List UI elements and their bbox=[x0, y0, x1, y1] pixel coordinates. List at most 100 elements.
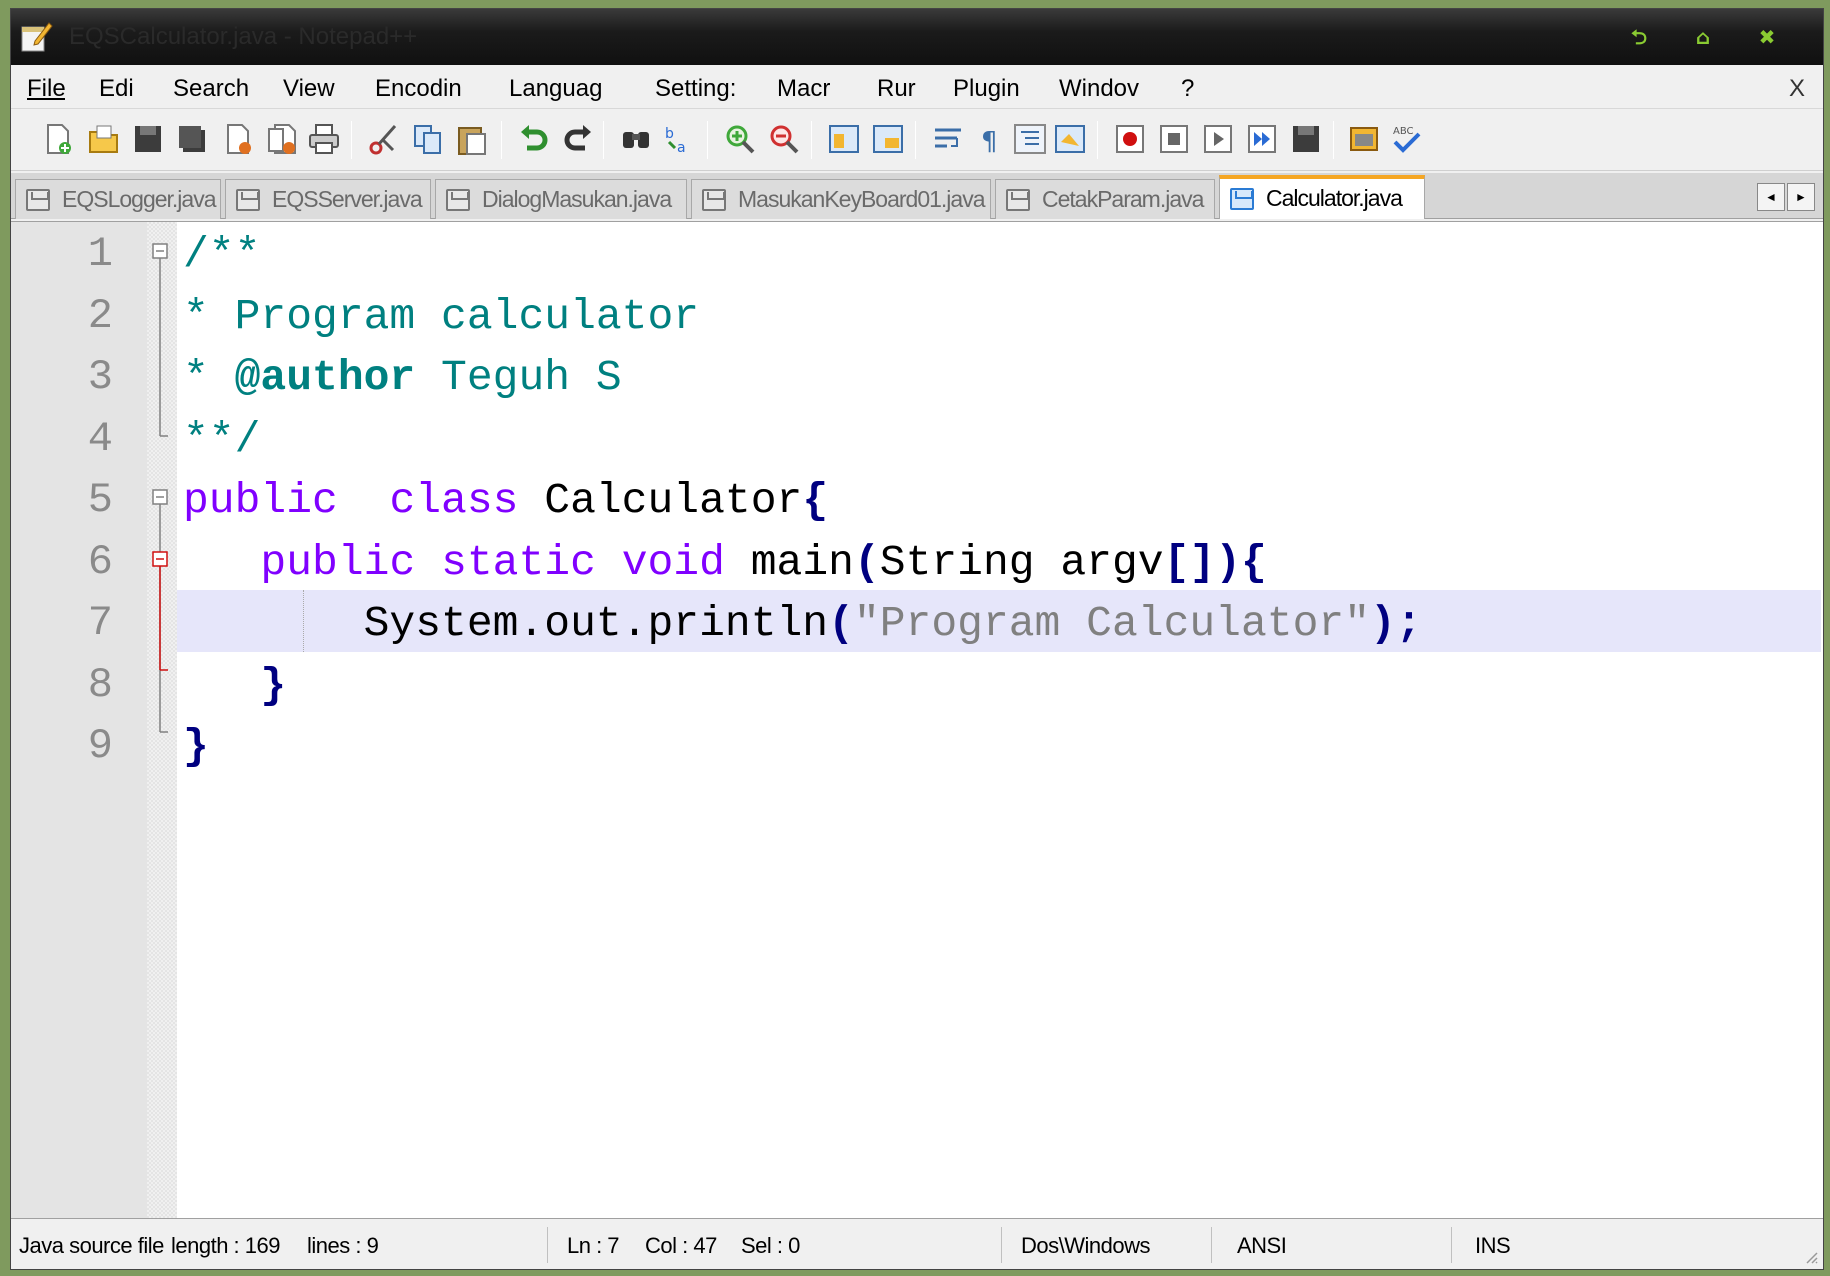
scroll-right-arrow-icon[interactable]: ► bbox=[1787, 183, 1815, 211]
cut-icon[interactable] bbox=[367, 122, 401, 156]
menu-settings[interactable]: Setting: bbox=[655, 75, 751, 103]
copy-icon[interactable] bbox=[411, 122, 445, 156]
redo-icon[interactable] bbox=[561, 122, 595, 156]
tab-eqslogger[interactable]: EQSLogger.java bbox=[15, 179, 221, 219]
code-token: public bbox=[183, 476, 338, 525]
stop-record-icon[interactable] bbox=[1157, 122, 1191, 156]
record-macro-icon[interactable] bbox=[1113, 122, 1147, 156]
code-line[interactable]: * @author Teguh S bbox=[183, 353, 622, 402]
status-separator bbox=[1001, 1227, 1002, 1263]
menu-language[interactable]: Languag bbox=[509, 75, 619, 103]
code-line[interactable]: public static void main(String argv[]){ bbox=[183, 538, 1266, 587]
print-icon[interactable] bbox=[307, 122, 341, 156]
toolbar-separator bbox=[1333, 121, 1334, 159]
zoom-in-icon[interactable] bbox=[723, 122, 757, 156]
restore-button[interactable]: ⮌ bbox=[1627, 25, 1651, 49]
find-icon[interactable] bbox=[619, 122, 653, 156]
code-token: @author bbox=[234, 353, 416, 402]
status-encoding[interactable]: ANSI bbox=[1237, 1233, 1287, 1259]
code-token: System.out.println bbox=[183, 599, 829, 648]
show-all-chars-icon[interactable]: ¶ bbox=[973, 122, 1007, 156]
menu-macro[interactable]: Macr bbox=[777, 75, 851, 103]
tab-calculator[interactable]: Calculator.java bbox=[1219, 175, 1425, 219]
title-bar[interactable]: EQSCalculator.java - Notepad++ ⮌ ⌂ ✖ bbox=[11, 9, 1823, 65]
sync-horizontal-icon[interactable] bbox=[871, 122, 905, 156]
notepad-plus-plus-window: EQSCalculator.java - Notepad++ ⮌ ⌂ ✖ Fil… bbox=[10, 8, 1824, 1270]
sync-vertical-icon[interactable] bbox=[827, 122, 861, 156]
toolbar-separator bbox=[351, 121, 352, 159]
doc-map-icon[interactable] bbox=[1053, 122, 1087, 156]
line-number: 7 bbox=[87, 599, 113, 647]
tab-dialogmasukan[interactable]: DialogMasukan.java bbox=[435, 179, 687, 219]
code-line[interactable]: /** bbox=[183, 230, 260, 279]
tab-label: EQSServer.java bbox=[272, 186, 423, 212]
status-eol-format[interactable]: Dos\Windows bbox=[1021, 1233, 1150, 1259]
code-line[interactable]: **/ bbox=[183, 415, 260, 464]
code-editor[interactable]: 1 2 3 4 5 6 7 8 9 /** * Program calculator * @auth… bbox=[11, 221, 1823, 1219]
paste-icon[interactable] bbox=[455, 122, 489, 156]
fold-toggle-icon bbox=[152, 551, 168, 567]
scroll-left-arrow-icon[interactable]: ◄ bbox=[1757, 183, 1785, 211]
indent-guide-icon[interactable] bbox=[1013, 122, 1047, 156]
tab-bar: EQSLogger.java EQSServer.java DialogMasu… bbox=[11, 173, 1823, 219]
new-file-icon[interactable] bbox=[41, 122, 75, 156]
code-token: ( bbox=[828, 599, 854, 648]
toolbar-separator bbox=[915, 121, 916, 159]
open-file-icon[interactable] bbox=[87, 122, 121, 156]
close-window-button[interactable]: ✖ bbox=[1755, 25, 1779, 49]
menu-run[interactable]: Rur bbox=[877, 75, 923, 103]
close-document-button[interactable]: X bbox=[1789, 75, 1805, 103]
spell-check-icon[interactable]: ABC bbox=[1389, 122, 1423, 156]
menu-window[interactable]: Windov bbox=[1059, 75, 1157, 103]
menu-view[interactable]: View bbox=[283, 75, 335, 103]
notepad-app-icon bbox=[21, 22, 53, 52]
status-lines: lines : 9 bbox=[307, 1233, 379, 1258]
menu-help[interactable]: ? bbox=[1181, 75, 1194, 103]
zoom-out-icon[interactable] bbox=[767, 122, 801, 156]
play-macro-icon[interactable] bbox=[1201, 122, 1235, 156]
menu-edit[interactable]: Edi bbox=[99, 75, 137, 103]
code-line[interactable]: System.out.println("Program Calculator")… bbox=[183, 599, 1422, 648]
replace-icon[interactable]: ba bbox=[663, 122, 697, 156]
save-macro-icon[interactable] bbox=[1289, 122, 1323, 156]
menu-plugins[interactable]: Plugin bbox=[953, 75, 1037, 103]
code-token: main bbox=[724, 538, 854, 587]
line-number: 1 bbox=[87, 230, 113, 278]
code-token: "Program Calculator" bbox=[853, 599, 1371, 648]
save-all-icon[interactable] bbox=[175, 122, 209, 156]
word-wrap-icon[interactable] bbox=[931, 122, 965, 156]
close-icon: ✖ bbox=[1758, 25, 1776, 49]
tab-label: DialogMasukan.java bbox=[482, 186, 672, 212]
save-icon bbox=[236, 189, 260, 211]
code-line[interactable]: public class Calculator{ bbox=[183, 476, 828, 525]
tab-masukankeyboard01[interactable]: MasukanKeyBoard01.java bbox=[691, 179, 991, 219]
fold-toggle-icon bbox=[152, 243, 168, 259]
tab-eqsserver[interactable]: EQSServer.java bbox=[225, 179, 431, 219]
save-icon[interactable] bbox=[131, 122, 165, 156]
menu-search[interactable]: Search bbox=[173, 75, 249, 103]
run-macro-multiple-icon[interactable] bbox=[1245, 122, 1279, 156]
code-token: { bbox=[802, 476, 829, 525]
toolbar-separator bbox=[501, 121, 502, 159]
line-number: 6 bbox=[87, 538, 113, 586]
code-line[interactable]: } bbox=[183, 661, 286, 710]
menu-file[interactable]: File bbox=[27, 75, 65, 103]
undo-icon[interactable] bbox=[517, 122, 551, 156]
tab-cetakparam[interactable]: CetakParam.java bbox=[995, 179, 1215, 219]
status-separator bbox=[547, 1227, 548, 1263]
code-token: ); bbox=[1370, 599, 1422, 648]
close-file-icon[interactable] bbox=[221, 122, 255, 156]
line-number: 4 bbox=[87, 415, 113, 463]
launch-browser-icon[interactable] bbox=[1347, 122, 1381, 156]
resize-grip-icon[interactable] bbox=[1803, 1249, 1819, 1265]
tab-label: MasukanKeyBoard01.java bbox=[738, 186, 985, 212]
code-line[interactable]: * Program calculator bbox=[183, 292, 699, 341]
svg-text:¶: ¶ bbox=[981, 127, 998, 156]
close-all-icon[interactable] bbox=[265, 122, 299, 156]
menu-encoding[interactable]: Encodin bbox=[375, 75, 473, 103]
home-button[interactable]: ⌂ bbox=[1691, 25, 1715, 49]
code-token: static bbox=[441, 538, 596, 587]
